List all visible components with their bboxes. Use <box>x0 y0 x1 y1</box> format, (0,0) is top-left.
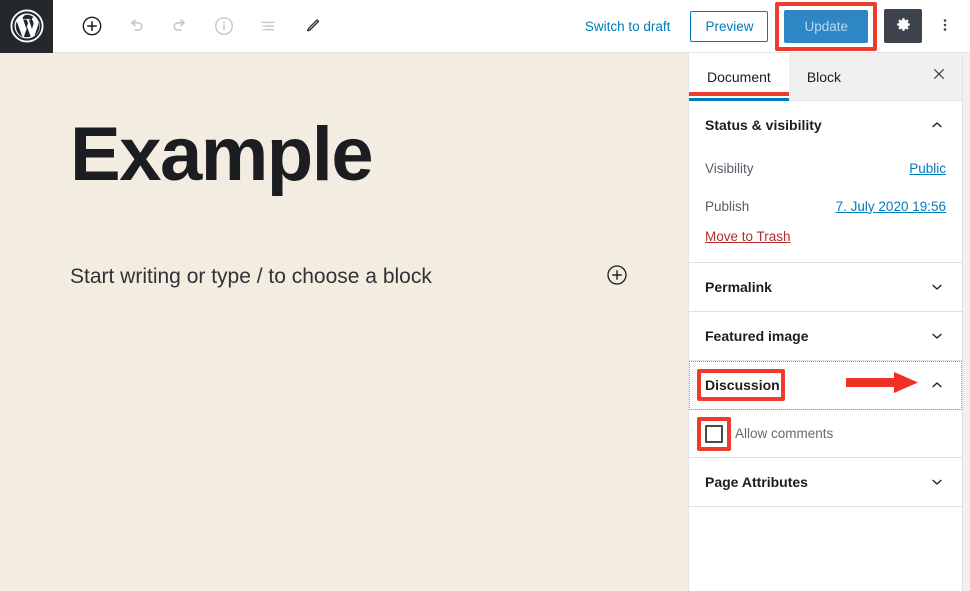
sidebar-tabs: Document Block <box>689 53 962 101</box>
panel-discussion: Discussion <box>689 361 962 410</box>
row-publish: Publish 7. July 2020 19:56 <box>705 187 946 225</box>
visibility-label: Visibility <box>705 161 754 176</box>
row-visibility: Visibility Public <box>705 149 946 187</box>
allow-comments-row: Allow comments <box>689 410 962 458</box>
chevron-up-icon <box>928 376 946 394</box>
add-block-icon <box>81 15 103 37</box>
block-inserter-button[interactable] <box>604 264 630 290</box>
chevron-down-icon <box>928 473 946 491</box>
tab-document-label: Document <box>707 69 771 85</box>
panel-featured-image-header[interactable]: Featured image <box>689 312 962 360</box>
tab-block[interactable]: Block <box>789 53 859 100</box>
redo-button[interactable] <box>162 8 198 44</box>
update-button-wrapper: Update <box>784 10 868 43</box>
panel-status-visibility-title: Status & visibility <box>705 117 928 133</box>
info-icon <box>213 15 235 37</box>
editor-canvas[interactable]: Example Start writing or type / to choos… <box>0 53 688 591</box>
panel-page-attributes-title: Page Attributes <box>705 474 928 490</box>
settings-sidebar: Document Block Status & visibility <box>688 53 962 591</box>
panel-permalink: Permalink <box>689 263 962 312</box>
panel-status-visibility-header[interactable]: Status & visibility <box>689 101 962 149</box>
list-view-button[interactable] <box>250 8 286 44</box>
editor-top-bar: Switch to draft Preview Update <box>0 0 970 53</box>
top-bar-actions: Switch to draft Preview Update <box>575 0 970 53</box>
switch-to-draft-link[interactable]: Switch to draft <box>575 13 681 40</box>
panel-status-visibility-body: Visibility Public Publish 7. July 2020 1… <box>689 149 962 262</box>
visibility-value-link[interactable]: Public <box>909 161 946 176</box>
panel-page-attributes-header[interactable]: Page Attributes <box>689 458 962 506</box>
preview-button[interactable]: Preview <box>690 11 768 42</box>
panel-permalink-title: Permalink <box>705 279 928 295</box>
settings-toggle-button[interactable] <box>884 9 922 43</box>
content-info-button[interactable] <box>206 8 242 44</box>
block-placeholder-text[interactable]: Start writing or type / to choose a bloc… <box>70 265 604 289</box>
circle-plus-icon <box>605 263 629 292</box>
panel-featured-image: Featured image <box>689 312 962 361</box>
publish-date-link[interactable]: 7. July 2020 19:56 <box>836 199 946 214</box>
update-button[interactable]: Update <box>784 10 868 43</box>
wordpress-block-editor: Switch to draft Preview Update <box>0 0 970 591</box>
tab-document[interactable]: Document <box>689 53 789 100</box>
tab-block-label: Block <box>807 69 841 85</box>
empty-block-row[interactable]: Start writing or type / to choose a bloc… <box>70 260 630 294</box>
wordpress-logo-button[interactable] <box>0 0 53 53</box>
panel-status-visibility: Status & visibility Visibility Public Pu… <box>689 101 962 263</box>
allow-comments-checkbox[interactable] <box>705 425 723 443</box>
edit-mode-button[interactable] <box>294 8 330 44</box>
close-sidebar-button[interactable] <box>916 53 962 100</box>
add-block-button[interactable] <box>74 8 110 44</box>
allow-comments-label: Allow comments <box>735 426 833 441</box>
wordpress-logo-icon <box>10 9 44 43</box>
editor-tools-group <box>74 8 330 44</box>
chevron-down-icon <box>928 278 946 296</box>
chevron-up-icon <box>928 116 946 134</box>
chevron-down-icon <box>928 327 946 345</box>
undo-button[interactable] <box>118 8 154 44</box>
publish-label: Publish <box>705 199 749 214</box>
move-to-trash-link[interactable]: Move to Trash <box>705 229 791 244</box>
panel-featured-image-title: Featured image <box>705 328 928 344</box>
panel-page-attributes: Page Attributes <box>689 458 962 507</box>
panel-permalink-header[interactable]: Permalink <box>689 263 962 311</box>
more-options-button[interactable] <box>928 9 962 43</box>
panel-discussion-header[interactable]: Discussion <box>689 361 962 409</box>
sidebar-scrollbar[interactable] <box>962 53 970 591</box>
list-view-icon <box>257 15 279 37</box>
post-title[interactable]: Example <box>70 115 630 195</box>
redo-icon <box>169 15 191 37</box>
pointer-arrow-annotation <box>844 370 922 401</box>
pencil-icon <box>301 15 323 37</box>
three-dots-vertical-icon <box>936 16 954 37</box>
undo-icon <box>125 15 147 37</box>
gear-icon <box>894 15 913 37</box>
close-icon <box>931 66 947 87</box>
